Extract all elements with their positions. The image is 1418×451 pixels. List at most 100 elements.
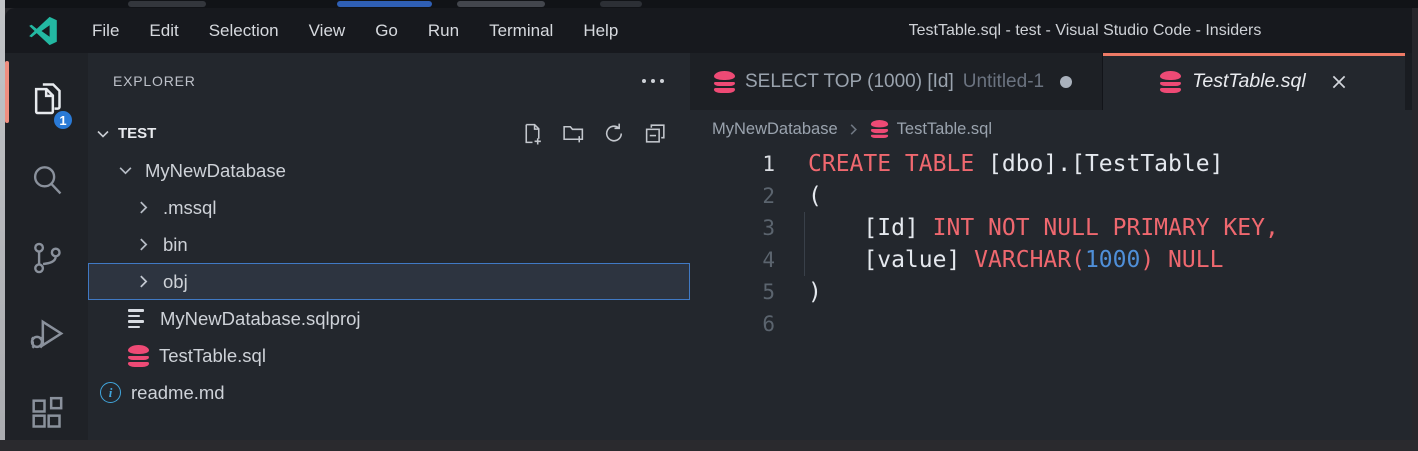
- section-label: TEST: [118, 125, 156, 142]
- search-icon: [28, 161, 66, 199]
- sqlproj-file-icon: [128, 308, 150, 330]
- code-text: CREATE TABLE [dbo].[TestTable]: [808, 151, 1223, 177]
- menu-item-selection[interactable]: Selection: [194, 15, 294, 47]
- code-line: 6: [690, 308, 1412, 340]
- git-branch-icon: [28, 239, 66, 277]
- code-text: [value] VARCHAR(1000) NULL: [808, 247, 1223, 273]
- debug-icon: [27, 316, 67, 356]
- tab-bar: SELECT TOP (1000) [Id] Untitled-1 TestTa…: [690, 53, 1412, 110]
- explorer-sidebar: EXPLORER TEST: [88, 53, 690, 440]
- code-line: 5 ): [690, 276, 1412, 308]
- tab-subtitle: Untitled-1: [963, 71, 1044, 93]
- active-view-indicator: [5, 61, 9, 123]
- editor-area: SELECT TOP (1000) [Id] Untitled-1 TestTa…: [690, 53, 1412, 440]
- menu-item-file[interactable]: File: [77, 15, 134, 47]
- line-number: 6: [690, 312, 775, 336]
- file-tree: MyNewDatabase .mssql bin: [88, 152, 690, 411]
- screen-edge-right: [1412, 8, 1418, 440]
- activity-search[interactable]: [5, 141, 88, 219]
- tree-item-testtable-sql[interactable]: TestTable.sql: [88, 337, 690, 374]
- new-file-icon[interactable]: [520, 121, 545, 146]
- activity-bar: 1: [5, 53, 88, 440]
- tab-testtable-sql[interactable]: TestTable.sql: [1103, 53, 1405, 110]
- code-text: ): [808, 279, 822, 305]
- window-title: TestTable.sql - test - Visual Studio Cod…: [795, 22, 1375, 40]
- chevron-right-icon: [136, 237, 151, 252]
- activity-explorer[interactable]: 1: [5, 53, 88, 141]
- dirty-indicator-icon[interactable]: [1060, 76, 1072, 88]
- code-line: 2 (: [690, 180, 1412, 212]
- activity-extensions[interactable]: [5, 375, 88, 440]
- screen-edge-artifact: [5, 0, 1418, 8]
- menu-item-edit[interactable]: Edit: [134, 15, 193, 47]
- code-line: 4 [value] VARCHAR(1000) NULL: [690, 244, 1412, 276]
- breadcrumb-item-file[interactable]: TestTable.sql: [897, 120, 992, 139]
- more-actions-icon[interactable]: [638, 75, 668, 87]
- line-number: 5: [690, 280, 775, 304]
- line-number: 1: [690, 152, 775, 176]
- menubar: File Edit Selection View Go Run Terminal…: [77, 15, 633, 47]
- menu-item-run[interactable]: Run: [413, 15, 474, 47]
- collapse-all-icon[interactable]: [643, 121, 668, 146]
- breadcrumb-item-database[interactable]: MyNewDatabase: [712, 120, 838, 139]
- artifact-blob: [457, 1, 545, 7]
- refresh-icon[interactable]: [602, 121, 627, 146]
- menu-item-view[interactable]: View: [294, 15, 361, 47]
- tree-item-obj[interactable]: obj: [88, 263, 690, 300]
- tree-item-label: .mssql: [163, 197, 216, 219]
- section-actions: [520, 121, 668, 146]
- code-line: 1 CREATE TABLE [dbo].[TestTable]: [690, 148, 1412, 180]
- tree-item-sqlproj[interactable]: MyNewDatabase.sqlproj: [88, 300, 690, 337]
- menu-item-go[interactable]: Go: [360, 15, 413, 47]
- info-icon: i: [100, 382, 121, 403]
- chevron-right-icon: [847, 123, 860, 136]
- section-header-test[interactable]: TEST: [88, 117, 690, 150]
- explorer-badge: 1: [52, 109, 74, 131]
- tree-item-label: TestTable.sql: [159, 345, 266, 367]
- code-text: (: [808, 183, 822, 209]
- activity-run-debug[interactable]: [5, 297, 88, 375]
- line-number: 2: [690, 184, 775, 208]
- tree-item-readme[interactable]: i readme.md: [88, 374, 690, 411]
- database-icon: [871, 120, 888, 138]
- artifact-blob: [128, 1, 206, 7]
- tree-item-label: MyNewDatabase.sqlproj: [160, 308, 361, 330]
- new-folder-icon[interactable]: [561, 121, 586, 146]
- tree-item-label: readme.md: [131, 382, 225, 404]
- chevron-down-icon: [96, 127, 110, 141]
- tree-item-mynewdatabase[interactable]: MyNewDatabase: [88, 152, 690, 189]
- chevron-right-icon: [136, 274, 151, 289]
- tab-untitled-1[interactable]: SELECT TOP (1000) [Id] Untitled-1: [690, 53, 1103, 110]
- menu-item-terminal[interactable]: Terminal: [474, 15, 568, 47]
- line-number: 3: [690, 216, 775, 240]
- line-number: 4: [690, 248, 775, 272]
- tree-item-label: bin: [163, 234, 188, 256]
- vscode-insiders-logo-icon: [27, 15, 59, 47]
- code-editor[interactable]: 1 CREATE TABLE [dbo].[TestTable] 2 ( 3 […: [690, 148, 1412, 440]
- database-file-icon: [128, 345, 149, 367]
- sidebar-title: EXPLORER: [113, 73, 196, 89]
- titlebar: File Edit Selection View Go Run Terminal…: [5, 8, 1412, 53]
- tree-item-bin[interactable]: bin: [88, 226, 690, 263]
- artifact-blob: [337, 1, 432, 7]
- chevron-down-icon: [118, 163, 133, 178]
- menu-item-help[interactable]: Help: [568, 15, 633, 47]
- chevron-right-icon: [136, 200, 151, 215]
- breadcrumb: MyNewDatabase TestTable.sql: [690, 110, 1412, 148]
- screenshot-root: File Edit Selection View Go Run Terminal…: [0, 0, 1418, 451]
- code-text: [Id] INT NOT NULL PRIMARY KEY,: [808, 215, 1279, 241]
- tab-title: SELECT TOP (1000) [Id]: [745, 71, 954, 93]
- code-line: 3 [Id] INT NOT NULL PRIMARY KEY,: [690, 212, 1412, 244]
- extensions-icon: [27, 394, 67, 434]
- database-icon: [1160, 71, 1181, 93]
- tree-item-mssql[interactable]: .mssql: [88, 189, 690, 226]
- activity-source-control[interactable]: [5, 219, 88, 297]
- vscode-window: File Edit Selection View Go Run Terminal…: [5, 8, 1412, 440]
- tree-item-label: obj: [163, 271, 188, 293]
- artifact-blob: [600, 1, 642, 7]
- close-icon[interactable]: [1330, 73, 1348, 91]
- indent-guide: [804, 212, 805, 276]
- screen-edge-bottom: [0, 440, 1418, 451]
- tree-item-label: MyNewDatabase: [145, 160, 286, 182]
- tab-title: TestTable.sql: [1192, 70, 1305, 93]
